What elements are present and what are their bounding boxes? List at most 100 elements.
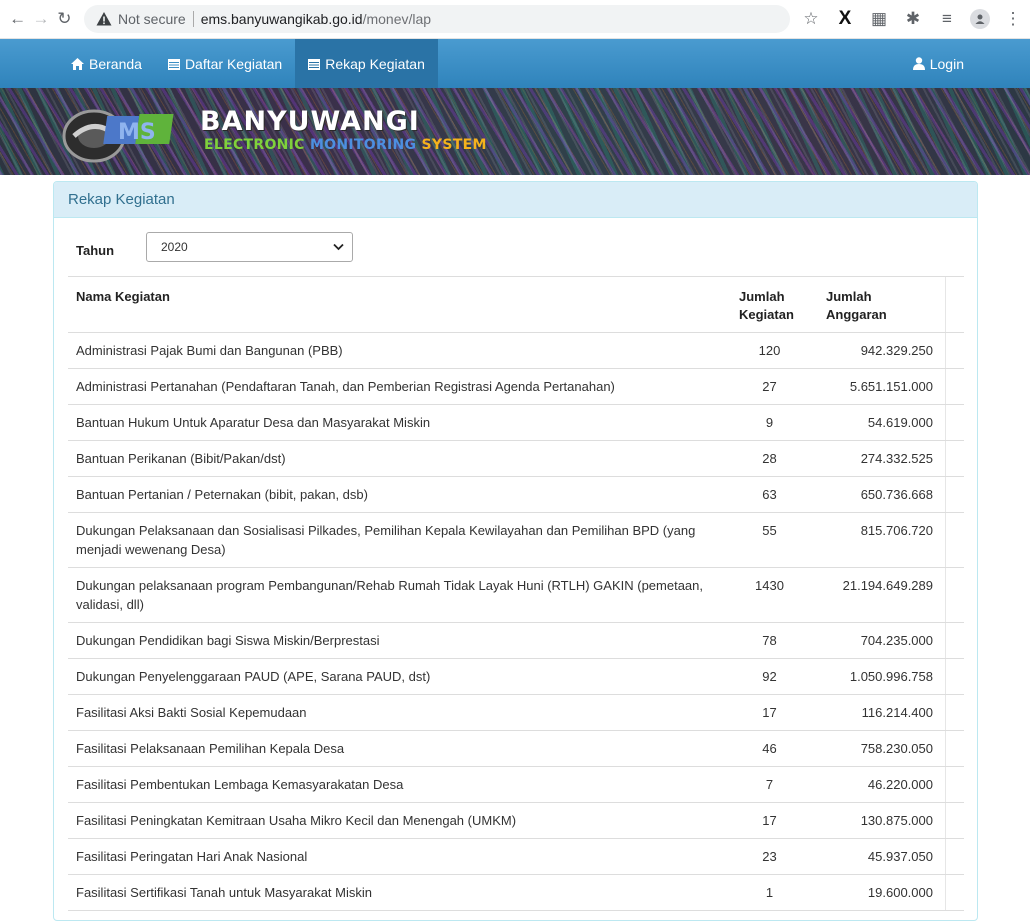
table-body: Administrasi Pajak Bumi dan Bangunan (PB…: [68, 333, 964, 911]
cell-jumlah-anggaran: 650.736.668: [860, 487, 933, 502]
cell-nama-kegiatan: Fasilitasi Peningkatan Kemitraan Usaha M…: [76, 813, 517, 828]
home-icon: [71, 57, 84, 70]
cell-jumlah-kegiatan: 63: [762, 487, 777, 502]
header-jumlah-anggaran: Jumlah Anggaran: [818, 277, 945, 332]
browser-actions: ☆ X ▦ ✱ ≡ ⋮: [800, 8, 1024, 30]
cell-jumlah-kegiatan: 1: [765, 885, 774, 900]
cell-nama-kegiatan: Bantuan Hukum Untuk Aparatur Desa dan Ma…: [76, 415, 431, 430]
cell-nama-kegiatan: Administrasi Pertanahan (Pendaftaran Tan…: [76, 379, 615, 394]
reload-icon[interactable]: ↻: [55, 8, 74, 30]
login-link[interactable]: Login: [912, 39, 964, 88]
back-arrow-icon[interactable]: ←: [8, 8, 27, 30]
cell-jumlah-kegiatan: 23: [762, 849, 777, 864]
ems-logo: MS BANYUWANGI ELECTRONIC MONITORING SYST…: [60, 96, 540, 168]
year-select[interactable]: 2020: [146, 232, 353, 262]
more-menu-icon[interactable]: ⋮: [1002, 8, 1024, 30]
cell-jumlah-kegiatan: 120: [758, 343, 781, 358]
site-banner: MS BANYUWANGI ELECTRONIC MONITORING SYST…: [0, 88, 1030, 175]
cell-jumlah-anggaran: 19.600.000: [867, 885, 933, 900]
scroll-gutter: [945, 441, 964, 476]
nav-item-label: Rekap Kegiatan: [325, 55, 425, 72]
calendar-icon: [308, 58, 321, 70]
table-header: Nama Kegiatan Jumlah Kegiatan Jumlah Angga…: [68, 276, 964, 333]
url-host[interactable]: ems.banyuwangikab.go.id: [201, 11, 363, 27]
cell-jumlah-anggaran: 45.937.050: [867, 849, 933, 864]
cell-jumlah-kegiatan: 9: [765, 415, 774, 430]
cell-jumlah-anggaran: 704.235.000: [860, 633, 933, 648]
scroll-gutter: [945, 839, 964, 874]
scroll-gutter: [945, 568, 964, 622]
header-count-line2: Kegiatan: [739, 307, 794, 322]
reading-list-icon[interactable]: ≡: [936, 8, 958, 30]
cell-jumlah-kegiatan: 17: [762, 705, 777, 720]
cell-jumlah-anggaran: 46.220.000: [867, 777, 933, 792]
table-row: Fasilitasi Peringatan Hari Anak Nasional…: [68, 839, 964, 875]
omnibox-divider: [192, 11, 194, 27]
brand-sub-system: SYSTEM: [421, 137, 487, 153]
table-row: Dukungan Penyelenggaraan PAUD (APE, Sara…: [68, 659, 964, 695]
cell-jumlah-kegiatan: 92: [762, 669, 777, 684]
cell-jumlah-anggaran: 5.651.151.000: [849, 379, 933, 394]
calendar-icon: [167, 58, 180, 70]
header-nama-kegiatan: Nama Kegiatan: [76, 289, 170, 304]
cell-jumlah-anggaran: 21.194.649.289: [842, 578, 933, 593]
table-row: Bantuan Pertanian / Peternakan (bibit, p…: [68, 477, 964, 513]
url-path[interactable]: /monev/lap: [363, 11, 431, 27]
cell-jumlah-anggaran: 130.875.000: [860, 813, 933, 828]
cell-jumlah-kegiatan: 1430: [755, 578, 784, 593]
table-row: Fasilitasi Sertifikasi Tanah untuk Masya…: [68, 875, 964, 911]
scroll-gutter: [945, 767, 964, 802]
user-icon: [912, 57, 925, 70]
cell-nama-kegiatan: Fasilitasi Sertifikasi Tanah untuk Masya…: [76, 885, 372, 900]
cell-nama-kegiatan: Fasilitasi Peringatan Hari Anak Nasional: [76, 849, 308, 864]
header-budget-line1: Jumlah: [826, 289, 872, 304]
cell-nama-kegiatan: Bantuan Pertanian / Peternakan (bibit, p…: [76, 487, 368, 502]
table-row: Dukungan Pelaksanaan dan Sosialisasi Pil…: [68, 513, 964, 568]
table-row: Dukungan pelaksanaan program Pembangunan…: [68, 568, 964, 623]
table-row: Fasilitasi Pelaksanaan Pemilihan Kepala …: [68, 731, 964, 767]
cell-jumlah-anggaran: 815.706.720: [860, 523, 933, 538]
table-row: Bantuan Perikanan (Bibit/Pakan/dst) 28 274…: [68, 441, 964, 477]
header-budget-line2: Anggaran: [826, 307, 887, 322]
year-filter: Tahun 2020: [76, 232, 353, 262]
header-scroll-gutter: [945, 277, 964, 332]
nav-item-label: Daftar Kegiatan: [184, 55, 283, 72]
profile-avatar-icon[interactable]: [969, 9, 990, 29]
year-label: Tahun: [76, 242, 115, 258]
forward-arrow-icon[interactable]: →: [31, 8, 50, 30]
cell-jumlah-kegiatan: 46: [762, 741, 777, 756]
cell-nama-kegiatan: Bantuan Perikanan (Bibit/Pakan/dst): [76, 451, 286, 466]
cell-jumlah-kegiatan: 27: [762, 379, 777, 394]
cell-nama-kegiatan: Fasilitasi Aksi Bakti Sosial Kepemudaan: [76, 705, 307, 720]
film-extension-icon[interactable]: ▦: [868, 8, 890, 30]
browser-toolbar: ← → ↻ Not secure ems.banyuwangikab.go.id…: [0, 0, 1030, 39]
cell-nama-kegiatan: Dukungan pelaksanaan program Pembangunan…: [76, 578, 704, 612]
panel-heading: Rekap Kegiatan: [54, 182, 977, 218]
cell-nama-kegiatan: Administrasi Pajak Bumi dan Bangunan (PB…: [76, 343, 343, 358]
cell-jumlah-kegiatan: 55: [762, 523, 777, 538]
table-row: Dukungan Pendidikan bagi Siswa Miskin/Be…: [68, 623, 964, 659]
security-label[interactable]: Not secure: [118, 11, 186, 27]
scroll-gutter: [945, 333, 964, 368]
warning-icon: [96, 12, 112, 26]
star-icon[interactable]: ☆: [800, 8, 822, 30]
login-label: Login: [929, 55, 964, 72]
cell-nama-kegiatan: Dukungan Pendidikan bagi Siswa Miskin/Be…: [76, 633, 380, 648]
address-bar[interactable]: Not secure ems.banyuwangikab.go.id/monev…: [83, 5, 790, 33]
cell-jumlah-kegiatan: 17: [762, 813, 777, 828]
scroll-gutter: [945, 369, 964, 404]
puzzle-icon[interactable]: ✱: [902, 8, 924, 30]
rekap-panel: Rekap Kegiatan Tahun 2020 Nama Kegiatan …: [53, 181, 978, 921]
nav-item-rekap-kegiatan[interactable]: Rekap Kegiatan: [295, 39, 438, 88]
cell-nama-kegiatan: Dukungan Penyelenggaraan PAUD (APE, Sara…: [76, 669, 431, 684]
cell-jumlah-anggaran: 1.050.996.758: [849, 669, 933, 684]
scroll-gutter: [945, 623, 964, 658]
nav-item-label: Beranda: [89, 55, 142, 72]
nav-item-daftar-kegiatan[interactable]: Daftar Kegiatan: [155, 39, 295, 88]
year-select-value: 2020: [161, 240, 188, 254]
x-extension-icon[interactable]: X: [834, 8, 856, 30]
table-row: Bantuan Hukum Untuk Aparatur Desa dan Ma…: [68, 405, 964, 441]
scroll-gutter: [945, 731, 964, 766]
nav-item-beranda[interactable]: Beranda: [58, 39, 155, 88]
scroll-gutter: [945, 803, 964, 838]
